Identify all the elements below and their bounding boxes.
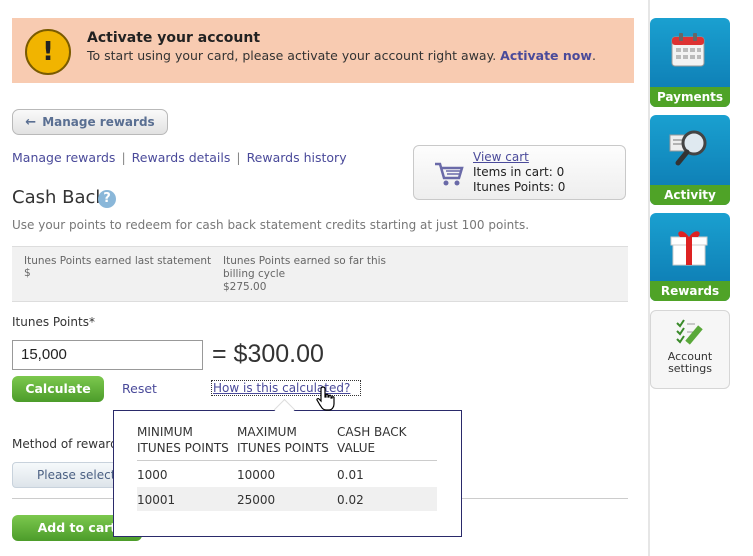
manage-rewards-label: Manage rewards xyxy=(42,115,155,129)
nav-rewards-details[interactable]: Rewards details xyxy=(132,150,231,165)
calculate-button[interactable]: Calculate xyxy=(12,376,104,402)
page-title: Cash Back xyxy=(12,187,106,208)
banner-title: Activate your account xyxy=(87,30,261,46)
table-cell: 10001 xyxy=(137,493,176,507)
nav-rewards-history[interactable]: Rewards history xyxy=(247,150,347,165)
points-label: Itunes Points* xyxy=(12,315,95,329)
popup-header-min: MINIMUM ITUNES POINTS xyxy=(137,425,229,455)
table-cell: 10000 xyxy=(237,468,276,482)
current-cycle-value: $275.00 xyxy=(223,281,267,293)
magnifier-icon xyxy=(669,130,707,166)
popup-header-max: MAXIMUM ITUNES POINTS xyxy=(237,425,329,455)
table-cell: 1000 xyxy=(137,468,168,482)
sidebar-item-label: Activity xyxy=(650,185,730,205)
sidebar-item-account-settings[interactable]: Account settings xyxy=(650,310,730,389)
banner-text: To start using your card, please activat… xyxy=(87,48,596,63)
shopping-cart-icon xyxy=(435,162,464,186)
sidebar-item-activity[interactable]: Activity xyxy=(650,115,730,205)
view-cart-link[interactable]: View cart xyxy=(473,150,529,164)
gift-icon xyxy=(670,231,708,266)
sidebar-item-label: Payments xyxy=(650,87,730,107)
exclamation-icon: ! xyxy=(25,29,71,75)
how-calculated-link[interactable]: How is this calculated? xyxy=(211,380,361,396)
popup-header-value: CASH BACK VALUE xyxy=(337,425,407,455)
nav-manage-rewards[interactable]: Manage rewards xyxy=(12,150,115,165)
calendar-icon xyxy=(671,33,705,67)
sidebar-item-label: Account settings xyxy=(667,350,713,375)
last-statement-points: Itunes Points earned last statement $ xyxy=(24,255,211,279)
points-input[interactable]: 15,000 xyxy=(12,340,203,370)
checklist-pencil-icon xyxy=(676,319,703,345)
sidebar-item-label: Rewards xyxy=(650,281,730,301)
manage-rewards-button[interactable]: ← Manage rewards xyxy=(12,109,168,135)
popup-header-rule xyxy=(137,460,437,461)
cart-items-count: Items in cart: 0 xyxy=(473,165,565,179)
table-row xyxy=(137,487,437,511)
arrow-left-icon: ← xyxy=(25,115,37,130)
activate-now-link[interactable]: Activate now xyxy=(500,48,592,63)
rewards-nav: Manage rewards | Rewards details | Rewards h… xyxy=(12,150,347,165)
current-cycle-points: Itunes Points earned so far this billing… xyxy=(223,255,413,294)
table-cell: 0.02 xyxy=(337,493,364,507)
last-statement-label: Itunes Points earned last statement xyxy=(24,255,212,267)
help-icon[interactable]: ? xyxy=(98,190,116,208)
current-cycle-label: Itunes Points earned so far this billing… xyxy=(223,255,386,280)
cash-result: = $300.00 xyxy=(212,340,324,368)
banner-message: To start using your card, please activat… xyxy=(87,48,497,63)
reset-link[interactable]: Reset xyxy=(122,381,157,396)
table-cell: 0.01 xyxy=(337,468,364,482)
table-cell: 25000 xyxy=(237,493,276,507)
cart-details: View cart Items in cart: 0 Itunes Points… xyxy=(473,150,565,195)
sidebar-item-rewards[interactable]: Rewards xyxy=(650,213,730,301)
hand-cursor-icon xyxy=(316,386,335,411)
cart-points: Itunes Points: 0 xyxy=(473,180,566,194)
method-label: Method of reward xyxy=(12,437,118,451)
sidebar-item-payments[interactable]: Payments xyxy=(650,18,730,107)
last-statement-value: $ xyxy=(24,267,31,279)
intro-text: Use your points to redeem for cash back … xyxy=(12,218,530,232)
